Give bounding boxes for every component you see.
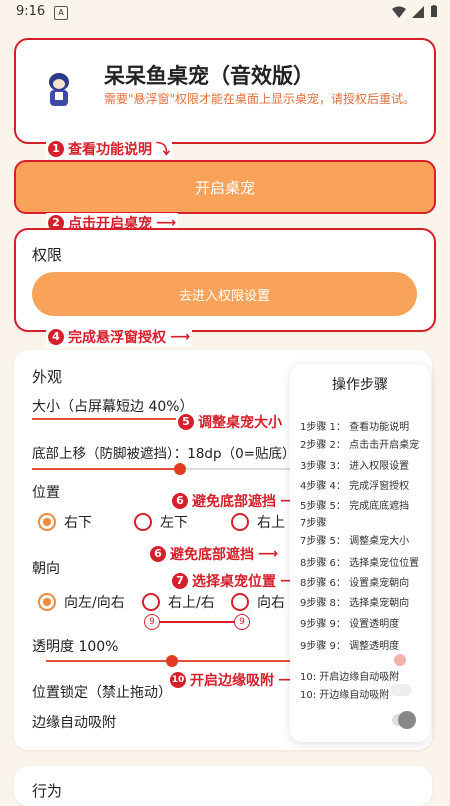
annotation-6b-text: 避免底部遮挡 xyxy=(170,547,254,563)
orientation-option-1[interactable]: 右上/右 xyxy=(142,592,215,612)
radio-selected-icon[interactable] xyxy=(38,513,56,531)
annotation-6a: 6 避免底部遮挡 ⟶ xyxy=(170,491,303,511)
annotation-6a-text: 避免底部遮挡 xyxy=(192,494,276,510)
position-option-2-label: 右上 xyxy=(257,515,285,531)
annotation-4-number: 4 xyxy=(48,329,64,345)
steps-panel-item: 9步骤 8： 选择桌宠朝向 xyxy=(300,598,410,609)
steps-panel: 操作步骤 1步骤 1： 查看功能说明 2步骤 2： 点击击开启桌宠 3步骤 3：… xyxy=(290,364,430,742)
position-option-0[interactable]: 右下 xyxy=(38,512,92,532)
annotation-6b-number: 6 xyxy=(150,546,166,562)
radio-icon[interactable] xyxy=(231,593,249,611)
steps-panel-item: 9步骤 9： 调整透明度 xyxy=(300,641,400,652)
lock-toggle-preview xyxy=(390,684,412,696)
orientation-option-0[interactable]: 向左/向右 xyxy=(38,592,125,612)
behavior-title: 行为 xyxy=(32,782,63,800)
annotation-1: 1 查看功能说明 ⤵ xyxy=(46,139,172,159)
orientation-option-2[interactable]: 向右 xyxy=(231,592,285,612)
steps-panel-item: 1步骤 1： 查看功能说明 xyxy=(300,422,410,433)
arrow-icon: ⤵ xyxy=(156,142,170,158)
permission-title: 权限 xyxy=(32,246,63,264)
position-option-1-label: 左下 xyxy=(160,515,188,531)
annotation-10-number: 10 xyxy=(170,672,186,688)
annotation-9b-number: 9 xyxy=(234,614,250,630)
annotation-1-number: 1 xyxy=(48,141,64,157)
steps-panel-item: 4步骤 4： 完成浮窗授权 xyxy=(300,481,410,492)
size-slider-track[interactable] xyxy=(32,418,182,420)
signal-icon xyxy=(412,5,424,18)
radio-icon[interactable] xyxy=(134,513,152,531)
edge-snap-toggle[interactable] xyxy=(392,711,416,729)
annotation-5: 5 调整桌宠大小 xyxy=(176,412,284,432)
opacity-slider-thumb[interactable] xyxy=(166,655,178,667)
status-time: 9:16 xyxy=(16,4,46,19)
position-lock-label: 位置锁定（禁止拖动） xyxy=(32,685,172,701)
position-option-2[interactable]: 右上 xyxy=(231,512,285,532)
position-option-0-label: 右下 xyxy=(64,515,92,531)
annotation-10-text: 开启边缘吸附 xyxy=(190,673,274,689)
go-permission-settings-button[interactable]: 去进入权限设置 xyxy=(32,272,417,316)
notification-a-icon: A xyxy=(54,6,68,20)
annotation-9-line xyxy=(160,621,234,623)
app-mascot xyxy=(44,70,74,110)
annotation-4-text: 完成悬浮窗授权 xyxy=(68,330,166,346)
status-icons xyxy=(392,5,438,18)
opacity-label: 透明度 100% xyxy=(32,639,119,655)
orientation-label: 朝向 xyxy=(32,561,60,577)
start-pet-button-label: 开启桌宠 xyxy=(194,178,255,197)
bottom-offset-label: 底部上移（防脚被遮挡）：18dp（0=贴底） xyxy=(32,446,296,462)
behavior-card xyxy=(14,766,432,806)
steps-panel-item: 2步骤 2： 点击击开启桌宠 xyxy=(300,440,420,451)
annotation-5-text: 调整桌宠大小 xyxy=(198,415,282,431)
toggle-knob xyxy=(398,711,416,729)
arrow-right-icon: ⟶ xyxy=(258,546,279,562)
annotation-7: 7 选择桌宠位置 ⟶ xyxy=(170,571,303,591)
annotation-7-number: 7 xyxy=(172,573,188,589)
steps-panel-item: 7步骤 xyxy=(300,518,327,529)
radio-selected-icon[interactable] xyxy=(38,593,56,611)
orientation-option-1-label: 右上/右 xyxy=(168,595,215,611)
orientation-option-0-label: 向左/向右 xyxy=(64,595,125,611)
steps-panel-item: 9步骤 9： 设置透明度 xyxy=(300,619,400,630)
edge-snap-label: 边缘自动吸附 xyxy=(32,715,116,731)
steps-panel-item: 8步骤 6： 选择桌宠位位置 xyxy=(300,558,420,569)
annotation-10: 10 开启边缘吸附 ⟶ xyxy=(168,670,301,690)
radio-icon[interactable] xyxy=(231,513,249,531)
size-label: 大小（占屏幕短边 40%） xyxy=(32,399,194,415)
steps-panel-item: 7步骤 5： 调整桌宠大小 xyxy=(300,536,410,547)
steps-panel-slider-thumb xyxy=(394,654,406,666)
app-title: 呆呆鱼桌宠（音效版） xyxy=(104,64,314,88)
annotation-1-text: 查看功能说明 xyxy=(68,142,152,158)
go-permission-settings-label: 去进入权限设置 xyxy=(178,288,270,304)
bottom-offset-slider-track[interactable] xyxy=(32,468,182,470)
position-label: 位置 xyxy=(32,485,60,501)
steps-panel-item: 8步骤 6： 设置桌宠朝向 xyxy=(300,578,410,589)
annotation-7-text: 选择桌宠位置 xyxy=(192,574,276,590)
status-bar: 9:16 A xyxy=(0,0,450,26)
wifi-icon xyxy=(392,6,406,18)
steps-panel-item: 3步骤 3： 进入权限设置 xyxy=(300,461,410,472)
position-option-1[interactable]: 左下 xyxy=(134,512,188,532)
app-subtitle: 需要"悬浮窗"权限才能在桌面上显示桌宠，请授权后重试。 xyxy=(104,92,416,106)
radio-icon[interactable] xyxy=(142,593,160,611)
bottom-offset-slider-rest xyxy=(182,468,294,470)
orientation-option-2-label: 向右 xyxy=(257,595,285,611)
battery-icon xyxy=(431,5,437,17)
start-pet-button[interactable]: 开启桌宠 xyxy=(14,160,436,214)
annotation-9a-number: 9 xyxy=(144,614,160,630)
steps-panel-item: 5步骤 5： 完成底底遮挡 xyxy=(300,501,410,512)
annotation-6b: 6 避免底部遮挡 ⟶ xyxy=(148,544,281,564)
bottom-offset-slider-thumb[interactable] xyxy=(174,463,186,475)
steps-panel-title: 操作步骤 xyxy=(332,377,388,393)
steps-panel-item: 10: 开启边缘自动吸附 xyxy=(300,672,400,683)
steps-panel-item: 10: 开边缘自动吸附 xyxy=(300,690,390,701)
annotation-6a-number: 6 xyxy=(172,493,188,509)
appearance-title: 外观 xyxy=(32,368,63,386)
arrow-right-icon: ⟶ xyxy=(170,329,191,345)
annotation-9-link: 9 9 xyxy=(144,614,250,630)
mascot-icon xyxy=(49,73,69,106)
annotation-5-number: 5 xyxy=(178,414,194,430)
annotation-4: 4 完成悬浮窗授权 ⟶ xyxy=(46,327,193,347)
